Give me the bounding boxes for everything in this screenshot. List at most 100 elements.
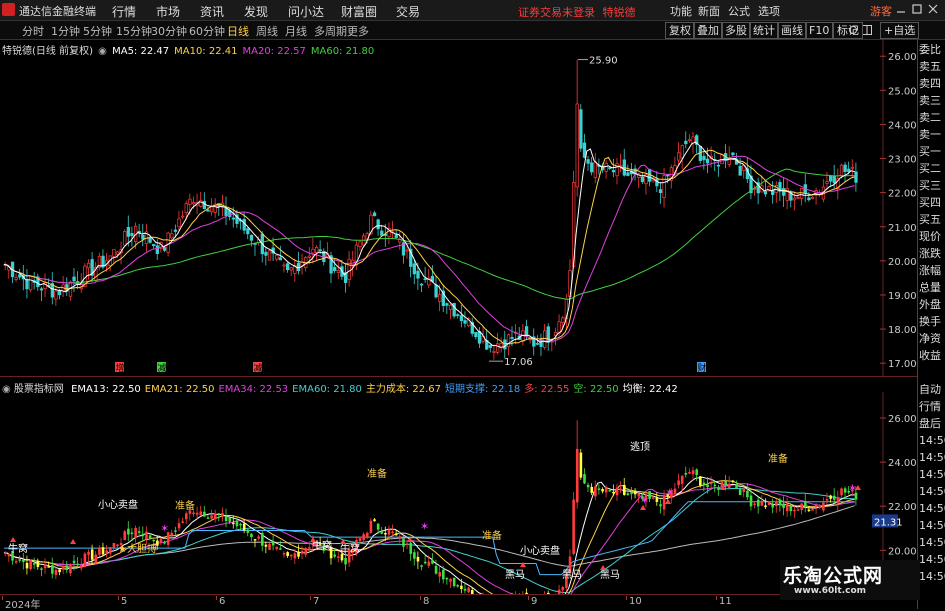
toolbar-button[interactable]: 多股	[721, 22, 751, 39]
signal-body	[76, 563, 79, 566]
event-marker-label[interactable]: 财	[698, 362, 707, 374]
right-menu-item[interactable]: 新面	[698, 3, 720, 19]
menu-item[interactable]: 市场	[156, 3, 180, 20]
candle-body	[152, 244, 156, 247]
login-notice[interactable]: 证券交易未登录 特锐德	[518, 4, 636, 20]
event-marker-label[interactable]: 增	[116, 362, 125, 374]
quote-field-label[interactable]: 涨幅	[919, 265, 945, 277]
period-tab[interactable]: 月线	[285, 23, 307, 39]
layout-icon[interactable]	[862, 25, 872, 35]
period-tab[interactable]: 日线	[227, 23, 249, 39]
minimize-icon[interactable]	[896, 4, 906, 14]
signal-body	[22, 559, 25, 563]
quote-field-label[interactable]: 外盘	[919, 299, 945, 311]
stock-link[interactable]: 特锐德	[603, 6, 636, 19]
quote-field-label[interactable]: 涨跌	[919, 248, 945, 260]
signal-body	[391, 531, 394, 534]
period-tab[interactable]: 15分钟	[116, 23, 152, 39]
quote-field-label[interactable]: 买二	[919, 163, 945, 175]
toolbar-button[interactable]: 叠加	[693, 22, 723, 39]
quote-field-label[interactable]: 买五	[919, 214, 945, 226]
quote-field-label[interactable]: 现价	[919, 231, 945, 243]
signal-body	[753, 503, 756, 506]
right-menu-item[interactable]: 选项	[758, 3, 780, 19]
toolbar-button[interactable]: 复权	[665, 22, 695, 39]
quote-field-label[interactable]: 净资	[919, 333, 945, 345]
trade-time-label: 14:50	[919, 452, 945, 464]
panel-divider[interactable]	[0, 376, 917, 377]
signal-body	[394, 533, 398, 536]
signal-body	[192, 512, 195, 515]
signal-body	[83, 553, 87, 567]
quote-field-label[interactable]: 卖三	[919, 95, 945, 107]
main-candlestick-chart[interactable]: 26.00 25.00 24.00 23.00 22.00 21.00 20.00 19.00…	[0, 40, 917, 376]
x-tick-label: 9	[531, 596, 538, 607]
quote-field-label[interactable]: 换手	[919, 316, 945, 328]
period-tab[interactable]: 更多	[347, 23, 369, 39]
trade-time-label[interactable]: 盘后	[919, 418, 945, 430]
signal-body	[742, 488, 746, 493]
trade-time-label[interactable]: 自动	[919, 384, 945, 396]
period-tab[interactable]: 1分钟	[51, 23, 80, 39]
signal-body	[445, 577, 449, 580]
signal-annotation: ★大胆搏	[118, 542, 157, 555]
toolbar-button[interactable]: 统计	[749, 22, 779, 39]
right-menu-item[interactable]: 功能	[670, 3, 692, 19]
event-marker-label[interactable]: 减	[254, 362, 263, 374]
star-signal-icon: ✶	[420, 520, 429, 533]
menu-item[interactable]: 发现	[244, 3, 268, 20]
candle-body	[586, 159, 590, 164]
candle-body	[416, 270, 420, 279]
signal-body	[691, 470, 695, 475]
menu-item[interactable]: 资讯	[200, 3, 224, 20]
event-marker-label[interactable]: 减	[158, 362, 167, 374]
menu-item[interactable]: 财富圈	[341, 3, 377, 20]
candle-body	[311, 248, 315, 254]
menu-item[interactable]: 行情	[112, 3, 136, 20]
period-tab[interactable]: 周线	[256, 23, 278, 39]
candle-body	[810, 196, 815, 199]
quote-field-label[interactable]: 买三	[919, 180, 945, 192]
quote-field-label[interactable]: 买四	[919, 197, 945, 209]
candle-body	[380, 230, 384, 236]
candle-body	[347, 258, 351, 280]
signal-body	[756, 499, 760, 507]
buy-arrow-icon	[600, 565, 606, 570]
close-icon[interactable]	[928, 4, 938, 14]
signal-body	[98, 547, 101, 555]
add-favorite-button[interactable]: +自选	[880, 22, 920, 39]
toolbar-button[interactable]: 标记	[833, 22, 863, 39]
quote-field-label[interactable]: 总量	[919, 282, 945, 294]
quote-field-label[interactable]: 卖五	[919, 61, 945, 73]
period-tab[interactable]: 5分钟	[83, 23, 112, 39]
quote-field-label[interactable]: 买一	[919, 146, 945, 158]
period-tab[interactable]: 30分钟	[151, 23, 187, 39]
candle-body	[54, 290, 58, 300]
login-user[interactable]: 游客	[870, 3, 892, 19]
period-tab[interactable]: 分时	[22, 23, 44, 39]
ma10-line	[3, 149, 855, 345]
period-tab[interactable]: 60分钟	[189, 23, 225, 39]
signal-body	[253, 539, 257, 541]
menu-item[interactable]: 交易	[396, 3, 420, 20]
menu-item[interactable]: 问小达	[288, 3, 324, 20]
signal-annotation: 黑马	[505, 569, 525, 581]
buy-arrow-icon	[520, 562, 526, 567]
quote-field-label[interactable]: 卖二	[919, 112, 945, 124]
signal-body	[51, 564, 54, 574]
candle-body	[224, 207, 228, 216]
toolbar-button[interactable]: 画线	[777, 22, 807, 39]
quote-field-label[interactable]: 卖一	[919, 129, 945, 141]
trade-time-label[interactable]: 行情	[919, 401, 945, 413]
right-menu-item[interactable]: 公式	[728, 3, 750, 19]
candle-body	[72, 276, 76, 282]
toolbar-button[interactable]: F10	[805, 22, 834, 39]
candle-body	[463, 320, 467, 324]
signal-body	[796, 509, 800, 511]
x-tick-label: 6	[219, 596, 226, 607]
maximize-icon[interactable]	[912, 4, 922, 14]
quote-field-label[interactable]: 委比	[919, 44, 945, 56]
quote-field-label[interactable]: 卖四	[919, 78, 945, 90]
quote-field-label[interactable]: 收益	[919, 350, 945, 362]
period-tab[interactable]: 多周期	[314, 23, 347, 39]
